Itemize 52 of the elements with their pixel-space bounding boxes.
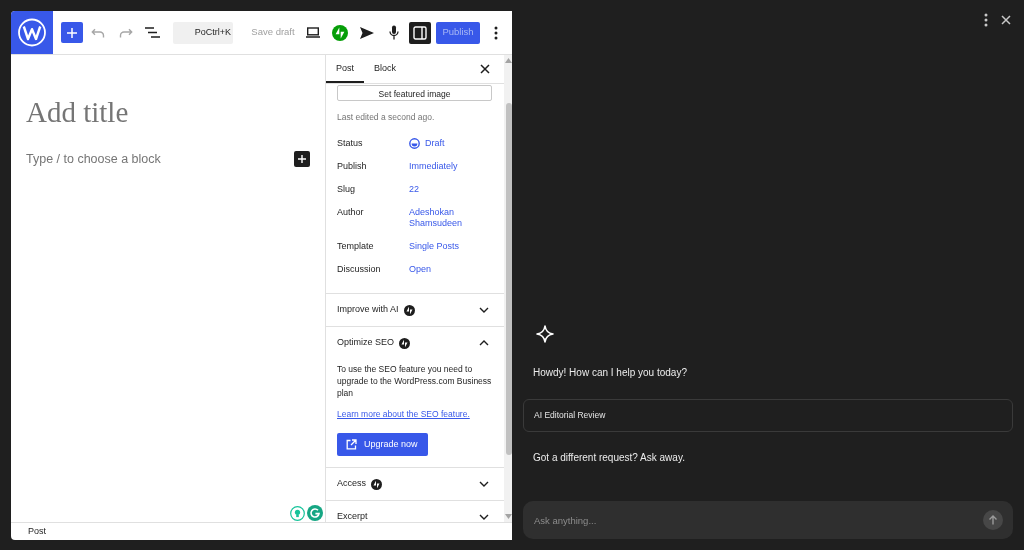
logo-icon[interactable] (11, 11, 53, 54)
laptop-icon[interactable] (306, 27, 320, 38)
command-bar[interactable]: PoCtrl+K (173, 21, 233, 44)
field-label: Status (337, 138, 364, 149)
add-block-button[interactable] (61, 22, 83, 43)
suggestion-button[interactable]: AI Editorial Review (523, 399, 1013, 432)
field-value-link[interactable]: Adeshokan Shamsudeen (409, 207, 475, 229)
microphone-icon[interactable] (389, 25, 399, 40)
block-input-field[interactable]: Type / to choose a block (26, 151, 294, 167)
inline-inserter-button[interactable] (294, 151, 310, 167)
lightning-bolt-icon[interactable] (332, 24, 348, 41)
learn-more-link[interactable]: Learn more about the SEO feature. (337, 408, 470, 420)
settings-toggle-button[interactable] (409, 21, 431, 44)
panel-toggle[interactable]: Excerpt (326, 501, 504, 522)
paper-plane-icon[interactable] (360, 26, 374, 39)
field-value-link[interactable]: 22 (409, 184, 419, 195)
field-label: Publish (337, 161, 368, 172)
last-edited-text: Last edited a second ago. (337, 111, 436, 123)
sidebar-panel-icon (413, 25, 427, 40)
field-label: Author (337, 207, 365, 218)
plus-icon (67, 27, 77, 38)
chat-input-field[interactable]: Ask anything... (523, 501, 1013, 539)
sidebar-tab[interactable]: Block (364, 55, 407, 83)
set-featured-image-button[interactable]: Set featured image (337, 85, 492, 101)
field-value-link[interactable]: Single Posts (409, 241, 460, 252)
list-view-icon[interactable] (145, 27, 160, 38)
breadcrumb-link[interactable]: Post (28, 524, 46, 539)
field-label: Template (337, 241, 375, 252)
up-arrow-icon (988, 515, 998, 525)
assistant-prompt-text: Got a different request? Ask away. (533, 452, 686, 464)
close-icon[interactable] (480, 64, 490, 74)
title-field[interactable]: Add title (26, 95, 310, 131)
plus-icon (298, 155, 306, 163)
more-options-icon[interactable] (494, 25, 498, 40)
panel-toggle[interactable]: Optimize SEO (326, 327, 504, 359)
more-options-icon[interactable] (984, 13, 988, 27)
scrollbar-thumb[interactable] (505, 103, 512, 455)
seo-upgrade-text: To use the SEO feature you need to upgrade to the WordPress.com Business plan (337, 363, 492, 399)
half-circle-status-icon (409, 138, 420, 149)
assistant-greeting: Howdy! How can I help you today? (533, 367, 688, 379)
panel-toggle[interactable]: Access (326, 468, 504, 500)
g-logo-icon[interactable] (307, 505, 323, 521)
field-value-link[interactable]: Immediately (409, 161, 458, 172)
upgrade-button[interactable]: Upgrade now (337, 433, 428, 456)
field-label: Discussion (337, 264, 382, 275)
field-value-link[interactable]: Open (409, 264, 432, 275)
sparkle-icon (536, 325, 554, 343)
field-label: Slug (337, 184, 356, 195)
panel-toggle[interactable]: Improve with AI (326, 294, 504, 326)
sidebar-tab[interactable]: Post (326, 55, 364, 83)
status-button[interactable]: Draft (409, 138, 445, 149)
external-link-icon (346, 439, 357, 450)
